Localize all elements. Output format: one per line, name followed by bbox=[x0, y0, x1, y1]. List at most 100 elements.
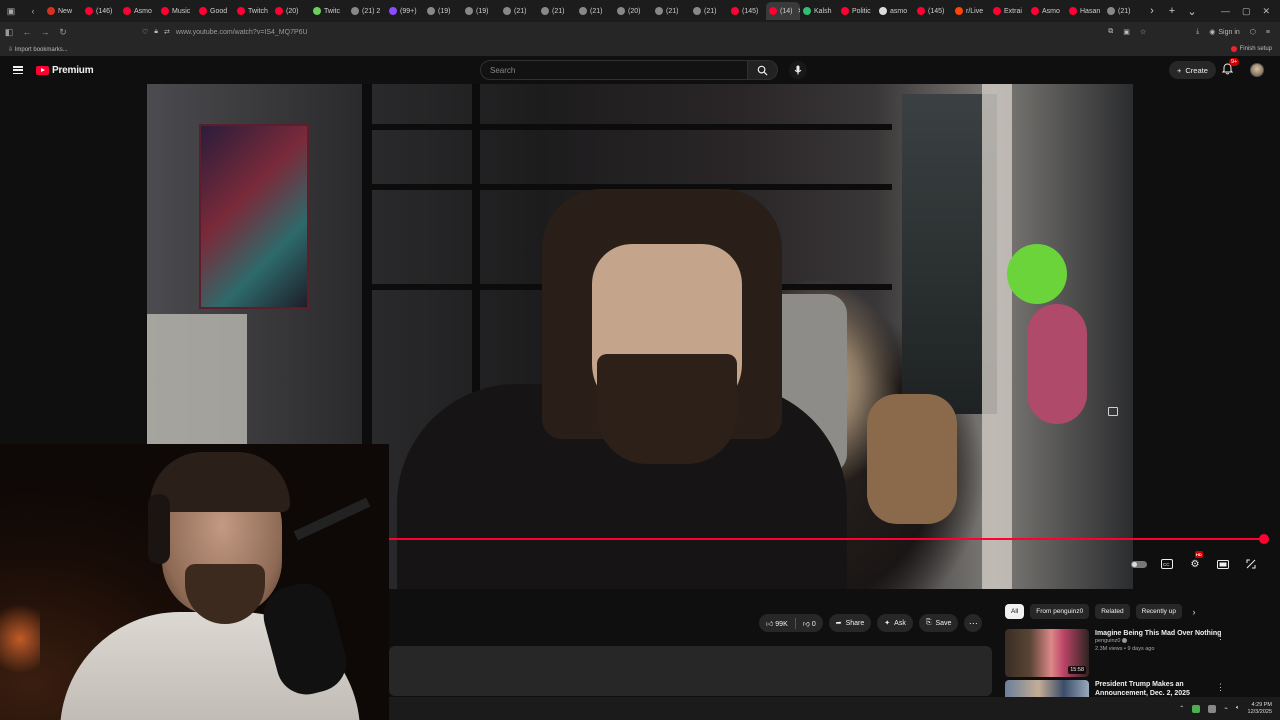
browser-tab[interactable]: (21) 2 bbox=[348, 2, 386, 20]
network-icon[interactable]: ⌁ bbox=[1224, 705, 1228, 712]
description-box[interactable] bbox=[389, 646, 992, 696]
browser-tab[interactable]: (145) bbox=[728, 2, 766, 20]
forward-icon[interactable]: → bbox=[36, 27, 54, 37]
browser-tab[interactable]: Twitc bbox=[310, 2, 348, 20]
extensions-icon[interactable]: ⬡ bbox=[1250, 28, 1256, 36]
browser-tab[interactable]: Hasan bbox=[1066, 2, 1104, 20]
filter-chip[interactable]: Recently up bbox=[1135, 604, 1182, 619]
tab-search-icon[interactable]: ⌄ bbox=[1182, 5, 1202, 18]
browser-tab[interactable]: Music bbox=[158, 2, 196, 20]
recommendation-item[interactable]: 15:58 Imagine Being This Mad Over Nothin… bbox=[1005, 629, 1225, 677]
more-vertical-icon[interactable]: ⋮ bbox=[1216, 682, 1225, 693]
browser-tab[interactable]: Good bbox=[196, 2, 234, 20]
browser-tab[interactable]: (21) bbox=[576, 2, 614, 20]
browser-tab[interactable]: New bbox=[44, 2, 82, 20]
more-vertical-icon[interactable]: ⋮ bbox=[1216, 631, 1225, 642]
recommendation-title[interactable]: President Trump Makes an Announcement, D… bbox=[1095, 680, 1225, 697]
new-tab-button[interactable]: + bbox=[1162, 5, 1182, 17]
dislike-button[interactable]: 👎︎ 0 bbox=[803, 619, 816, 628]
theater-mode-button[interactable] bbox=[1215, 557, 1231, 571]
sidebar-icon[interactable]: ◧ bbox=[0, 27, 18, 38]
browser-tab[interactable]: (21) bbox=[538, 2, 576, 20]
browser-tab[interactable]: (21) bbox=[1104, 2, 1142, 20]
tab-list-icon[interactable]: ‹ bbox=[22, 0, 44, 22]
video-thumbnail[interactable]: 15:58 bbox=[1005, 629, 1089, 677]
browser-tab[interactable]: (14)✕ bbox=[766, 2, 800, 20]
recommendation-item[interactable]: President Trump Makes an Announcement, D… bbox=[1005, 680, 1225, 697]
ask-button[interactable]: ✦ Ask bbox=[877, 614, 913, 632]
browser-tab[interactable]: (145) bbox=[914, 2, 952, 20]
minimize-icon[interactable]: — bbox=[1221, 6, 1230, 17]
chevron-right-icon[interactable]: › bbox=[1142, 5, 1162, 17]
like-button[interactable]: 👍︎ 99K bbox=[766, 619, 788, 628]
captions-button[interactable]: CC bbox=[1159, 557, 1175, 571]
recommendation-title[interactable]: Imagine Being This Mad Over Nothing bbox=[1095, 629, 1221, 638]
reload-icon[interactable]: ↻ bbox=[54, 27, 72, 38]
more-horizontal-icon: ⋯ bbox=[968, 617, 978, 628]
download-icon[interactable]: ⤓ bbox=[1196, 28, 1199, 36]
browser-tab[interactable]: (19) bbox=[424, 2, 462, 20]
browser-tab[interactable]: (99+) bbox=[386, 2, 424, 20]
import-bookmarks-link[interactable]: ⇩ Import bookmarks... bbox=[8, 46, 68, 53]
close-icon[interactable]: ✕ bbox=[1262, 6, 1270, 17]
sign-in-button[interactable]: ◉ Sign in bbox=[1209, 28, 1240, 37]
lock-icon[interactable]: 🔒︎ bbox=[154, 28, 158, 36]
back-icon[interactable]: ← bbox=[18, 27, 36, 37]
progress-bar[interactable] bbox=[389, 538, 1265, 540]
browser-tab[interactable]: r/Live bbox=[952, 2, 990, 20]
tray-overflow-icon[interactable]: ⌃ bbox=[1179, 705, 1184, 712]
browser-tab[interactable]: (20) bbox=[614, 2, 652, 20]
tab-favicon-icon bbox=[1069, 7, 1077, 15]
search-button[interactable] bbox=[748, 60, 778, 80]
channel-name[interactable]: penguinz0 bbox=[1095, 638, 1221, 645]
browser-tab[interactable]: (146) bbox=[82, 2, 120, 20]
browser-tab[interactable]: (21) bbox=[690, 2, 728, 20]
filter-chip[interactable]: All bbox=[1005, 604, 1025, 619]
browser-tab[interactable]: asmo bbox=[876, 2, 914, 20]
tab-actions-icon[interactable]: ▣ bbox=[0, 0, 22, 22]
search-input[interactable]: Search bbox=[480, 60, 748, 80]
filter-chip[interactable]: Related bbox=[1095, 604, 1130, 619]
browser-tab[interactable]: (21) bbox=[500, 2, 538, 20]
favorite-heart-icon[interactable]: ♡ bbox=[142, 28, 148, 36]
volume-icon[interactable]: 🔈︎ bbox=[1236, 705, 1240, 712]
user-avatar[interactable] bbox=[1250, 63, 1264, 77]
browser-tab[interactable]: Kalsh bbox=[800, 2, 838, 20]
browser-tab[interactable]: Asmo bbox=[1028, 2, 1066, 20]
bookmark-star-icon[interactable]: ☆ bbox=[1140, 28, 1146, 36]
finish-setup-button[interactable]: Finish setup bbox=[1230, 46, 1280, 52]
voice-search-button[interactable] bbox=[789, 61, 807, 79]
more-actions-button[interactable]: ⋯ bbox=[964, 614, 983, 632]
cast-icon[interactable]: ▣ bbox=[1123, 28, 1130, 36]
share-button[interactable]: ➦ Share bbox=[828, 614, 872, 632]
browser-tab[interactable]: Twitch bbox=[234, 2, 272, 20]
bookmarks-bar: ⇩ Import bookmarks... Finish setup bbox=[0, 42, 1280, 56]
sign-in-label: Sign in bbox=[1218, 28, 1240, 36]
create-button[interactable]: + Create bbox=[1169, 61, 1216, 79]
youtube-logo[interactable]: Premium bbox=[36, 65, 94, 76]
autoplay-toggle[interactable] bbox=[1131, 557, 1147, 571]
browser-tab[interactable]: Asmo bbox=[120, 2, 158, 20]
save-button[interactable]: ⎘ Save bbox=[918, 614, 959, 632]
browser-tab[interactable]: (21) bbox=[652, 2, 690, 20]
url-field[interactable]: ♡ 🔒︎ ⇄ www.youtube.com/watch?v=IS4_MQ7P6… bbox=[142, 28, 308, 36]
chevron-right-icon[interactable]: › bbox=[1188, 607, 1200, 617]
browser-tab[interactable]: Extrai bbox=[990, 2, 1028, 20]
maximize-icon[interactable]: ▢ bbox=[1242, 6, 1251, 17]
tray-app-icon[interactable] bbox=[1192, 704, 1201, 713]
browser-tab[interactable]: (19) bbox=[462, 2, 500, 20]
filter-chip[interactable]: From penguinz0 bbox=[1030, 604, 1090, 619]
video-thumbnail[interactable] bbox=[1005, 680, 1089, 697]
settings-menu-icon[interactable]: ≡ bbox=[1266, 29, 1270, 36]
browser-tab[interactable]: Politic bbox=[838, 2, 876, 20]
site-settings-icon[interactable]: ⇄ bbox=[164, 28, 170, 36]
settings-button[interactable]: ⚙ HD bbox=[1187, 551, 1203, 571]
fullscreen-button[interactable] bbox=[1243, 557, 1259, 571]
system-clock[interactable]: 4:29 PM 12/3/2025 bbox=[1248, 702, 1272, 715]
browser-tab[interactable]: (20) bbox=[272, 2, 310, 20]
picture-in-picture-icon[interactable]: ⧉ bbox=[1108, 28, 1113, 36]
tab-label: (146) bbox=[96, 7, 113, 15]
tray-app-icon[interactable] bbox=[1208, 704, 1217, 713]
hamburger-menu-icon[interactable] bbox=[13, 66, 23, 74]
ask-label: Ask bbox=[894, 619, 906, 627]
